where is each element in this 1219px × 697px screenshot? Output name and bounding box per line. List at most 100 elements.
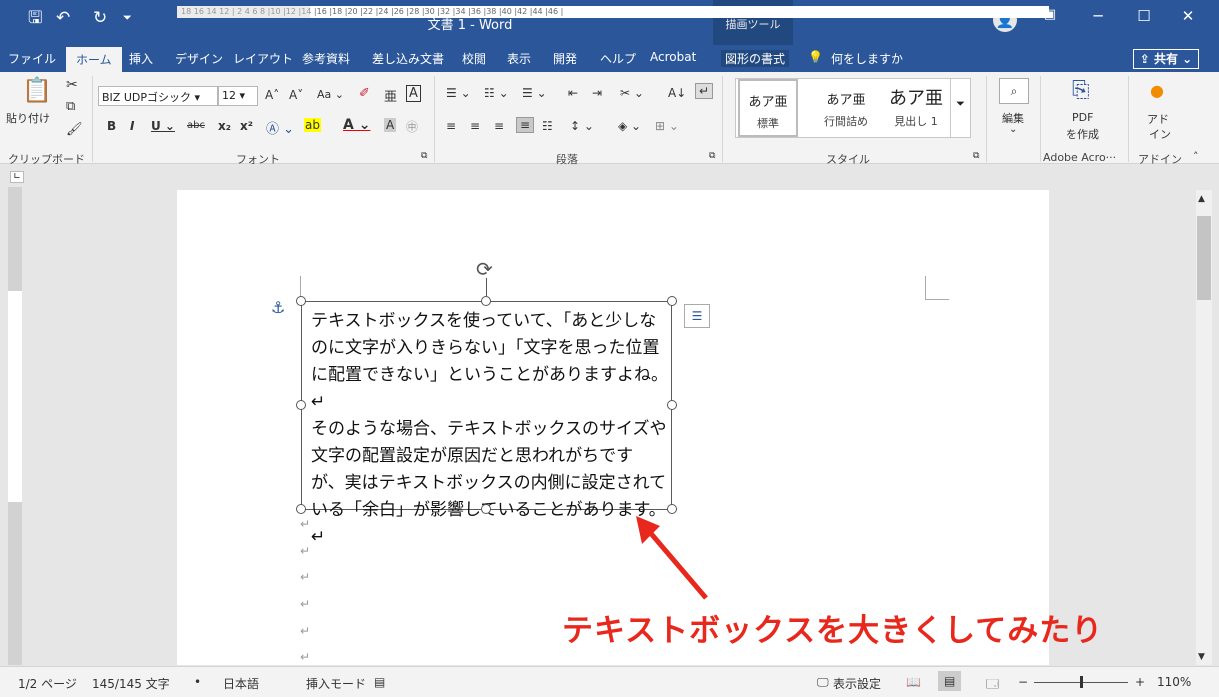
search-icon[interactable]: ⌕ <box>999 78 1029 104</box>
tab-acrobat[interactable]: Acrobat <box>650 50 696 64</box>
align-left-icon[interactable]: ≡ <box>446 119 456 133</box>
read-mode-icon[interactable]: 📖 <box>906 675 921 689</box>
tab-design[interactable]: デザイン <box>175 50 223 67</box>
copy-icon[interactable]: ⧉ <box>66 99 75 114</box>
resize-handle[interactable] <box>481 296 491 306</box>
display-settings-icon[interactable]: 🖵 <box>817 675 829 690</box>
tab-home[interactable]: ホーム <box>66 47 122 72</box>
font-color-icon[interactable]: A ⌄ <box>343 117 370 133</box>
strikethrough-icon[interactable]: abc <box>187 120 205 131</box>
tab-shape-format[interactable]: 図形の書式 <box>721 50 790 67</box>
create-pdf-line2[interactable]: を作成 <box>1066 126 1099 142</box>
highlight-icon[interactable]: ab <box>304 118 321 132</box>
numbering-icon[interactable]: ☷ ⌄ <box>484 86 509 100</box>
font-name-box[interactable]: BIZ UDPゴシック ▾ <box>98 86 218 106</box>
addins-line1[interactable]: アド <box>1147 111 1169 127</box>
tab-insert[interactable]: 挿入 <box>129 50 153 67</box>
increase-indent-icon[interactable]: ⇥ <box>592 86 602 100</box>
resize-handle[interactable] <box>667 296 677 306</box>
style-heading-1[interactable]: あア亜 見出し 1 <box>882 79 950 137</box>
paragraph-dialog-launcher-icon[interactable]: ⧉ <box>709 151 715 161</box>
insert-mode[interactable]: 挿入モード <box>306 675 366 692</box>
text-box-content[interactable]: テキストボックスを使っていて、「あと少しな のに文字が入りきらない」「文字を思っ… <box>311 308 671 551</box>
display-settings[interactable]: 表示設定 <box>833 675 881 692</box>
tab-review[interactable]: 校閲 <box>462 50 486 67</box>
subscript-icon[interactable]: x₂ <box>218 119 231 133</box>
bold-icon[interactable]: B <box>107 119 116 133</box>
clear-format-icon[interactable]: ✐ <box>359 86 370 101</box>
redo-icon[interactable]: ↻ <box>93 8 107 28</box>
customize-qat-icon[interactable]: ⏷ <box>123 8 132 28</box>
resize-handle[interactable] <box>481 504 491 514</box>
multilevel-list-icon[interactable]: ☰ ⌄ <box>522 86 547 100</box>
word-count[interactable]: 145/145 文字 <box>92 675 170 692</box>
enclose-character-icon[interactable]: ㊥ <box>406 118 418 135</box>
undo-icon[interactable]: ↶ <box>56 8 70 28</box>
tab-references[interactable]: 参考資料 <box>302 50 350 67</box>
cut-icon[interactable]: ✂ <box>66 77 78 93</box>
grow-font-icon[interactable]: A˄ <box>265 88 279 102</box>
language[interactable]: 日本語 <box>223 675 259 692</box>
scrollbar-thumb[interactable] <box>1197 216 1211 300</box>
proofing-icon[interactable]: • <box>194 675 201 689</box>
font-dialog-launcher-icon[interactable]: ⧉ <box>421 151 427 161</box>
addins-line2[interactable]: イン <box>1149 126 1171 142</box>
close-icon[interactable]: ✕ <box>1165 7 1211 25</box>
tab-file[interactable]: ファイル <box>8 50 56 67</box>
tab-selector-icon[interactable]: ∟ <box>10 171 24 183</box>
show-marks-icon[interactable]: ↵ <box>695 83 714 99</box>
resize-handle[interactable] <box>296 504 306 514</box>
align-right-icon[interactable]: ≡ <box>494 119 504 133</box>
paste-label[interactable]: 貼り付け <box>6 110 50 126</box>
scroll-up-icon[interactable]: ▲ <box>1198 194 1205 204</box>
zoom-in-icon[interactable]: + <box>1135 675 1145 689</box>
shrink-font-icon[interactable]: A˅ <box>289 88 303 102</box>
italic-icon[interactable]: I <box>130 119 134 133</box>
zoom-out-icon[interactable]: − <box>1018 675 1028 689</box>
sort-icon[interactable]: A↓ <box>668 86 686 100</box>
tab-mailings[interactable]: 差し込み文書 <box>372 50 444 67</box>
character-border-icon[interactable]: A <box>406 85 421 102</box>
change-case-button[interactable]: Aa ⌄ <box>317 88 344 101</box>
phonetic-guide-icon[interactable]: 亜 <box>384 86 397 105</box>
save-icon[interactable]: 🖫 <box>28 8 42 28</box>
line-spacing-icon[interactable]: ↕ ⌄ <box>570 119 594 133</box>
resize-handle[interactable] <box>296 296 306 306</box>
macro-record-icon[interactable]: ▤ <box>374 675 385 689</box>
decrease-indent-icon[interactable]: ⇤ <box>568 86 578 100</box>
superscript-icon[interactable]: x² <box>240 119 253 133</box>
resize-handle[interactable] <box>667 400 677 410</box>
style-no-spacing[interactable]: あア亜 行間詰め <box>812 79 880 137</box>
addins-icon[interactable]: ● <box>1150 81 1164 100</box>
share-button[interactable]: ⇪ 共有 ⌄ <box>1133 49 1199 69</box>
resize-handle[interactable] <box>296 400 306 410</box>
paste-icon[interactable]: 📋 <box>22 76 52 104</box>
anchor-icon[interactable]: ⚓ <box>271 298 285 317</box>
tab-view[interactable]: 表示 <box>507 50 531 67</box>
collapse-ribbon-icon[interactable]: ˄ <box>1193 150 1199 163</box>
tab-layout[interactable]: レイアウト <box>233 50 293 67</box>
borders-icon[interactable]: ⊞ ⌄ <box>655 119 679 133</box>
zoom-level[interactable]: 110% <box>1157 675 1191 689</box>
scroll-down-icon[interactable]: ▼ <box>1198 652 1205 662</box>
tab-help[interactable]: ヘルプ <box>600 50 636 67</box>
character-shading-icon[interactable]: A <box>384 118 397 132</box>
distributed-icon[interactable]: ☷ <box>542 119 553 133</box>
tab-developer[interactable]: 開発 <box>553 50 577 67</box>
layout-options-icon[interactable]: ☰ <box>684 304 710 328</box>
align-center-icon[interactable]: ≡ <box>470 119 480 133</box>
styles-more-icon[interactable]: ⏷ <box>950 79 970 137</box>
create-pdf-icon[interactable]: ⎘ <box>1072 78 1090 103</box>
underline-icon[interactable]: U ⌄ <box>151 119 175 133</box>
maximize-icon[interactable]: ☐ <box>1121 7 1167 25</box>
style-normal[interactable]: あア亜 標準 <box>738 79 798 137</box>
minimize-icon[interactable]: ─ <box>1075 7 1121 25</box>
bullets-icon[interactable]: ☰ ⌄ <box>446 86 471 100</box>
page-count[interactable]: 1/2 ページ <box>18 675 77 692</box>
rotate-handle-icon[interactable]: ⟳ <box>476 257 493 281</box>
styles-dialog-launcher-icon[interactable]: ⧉ <box>973 151 979 161</box>
tell-me-search[interactable]: 何をしますか <box>831 50 903 67</box>
format-painter-icon[interactable]: 🖌 <box>66 122 83 137</box>
asian-layout-icon[interactable]: ✂ ⌄ <box>620 86 644 100</box>
zoom-slider-knob[interactable] <box>1080 676 1083 688</box>
